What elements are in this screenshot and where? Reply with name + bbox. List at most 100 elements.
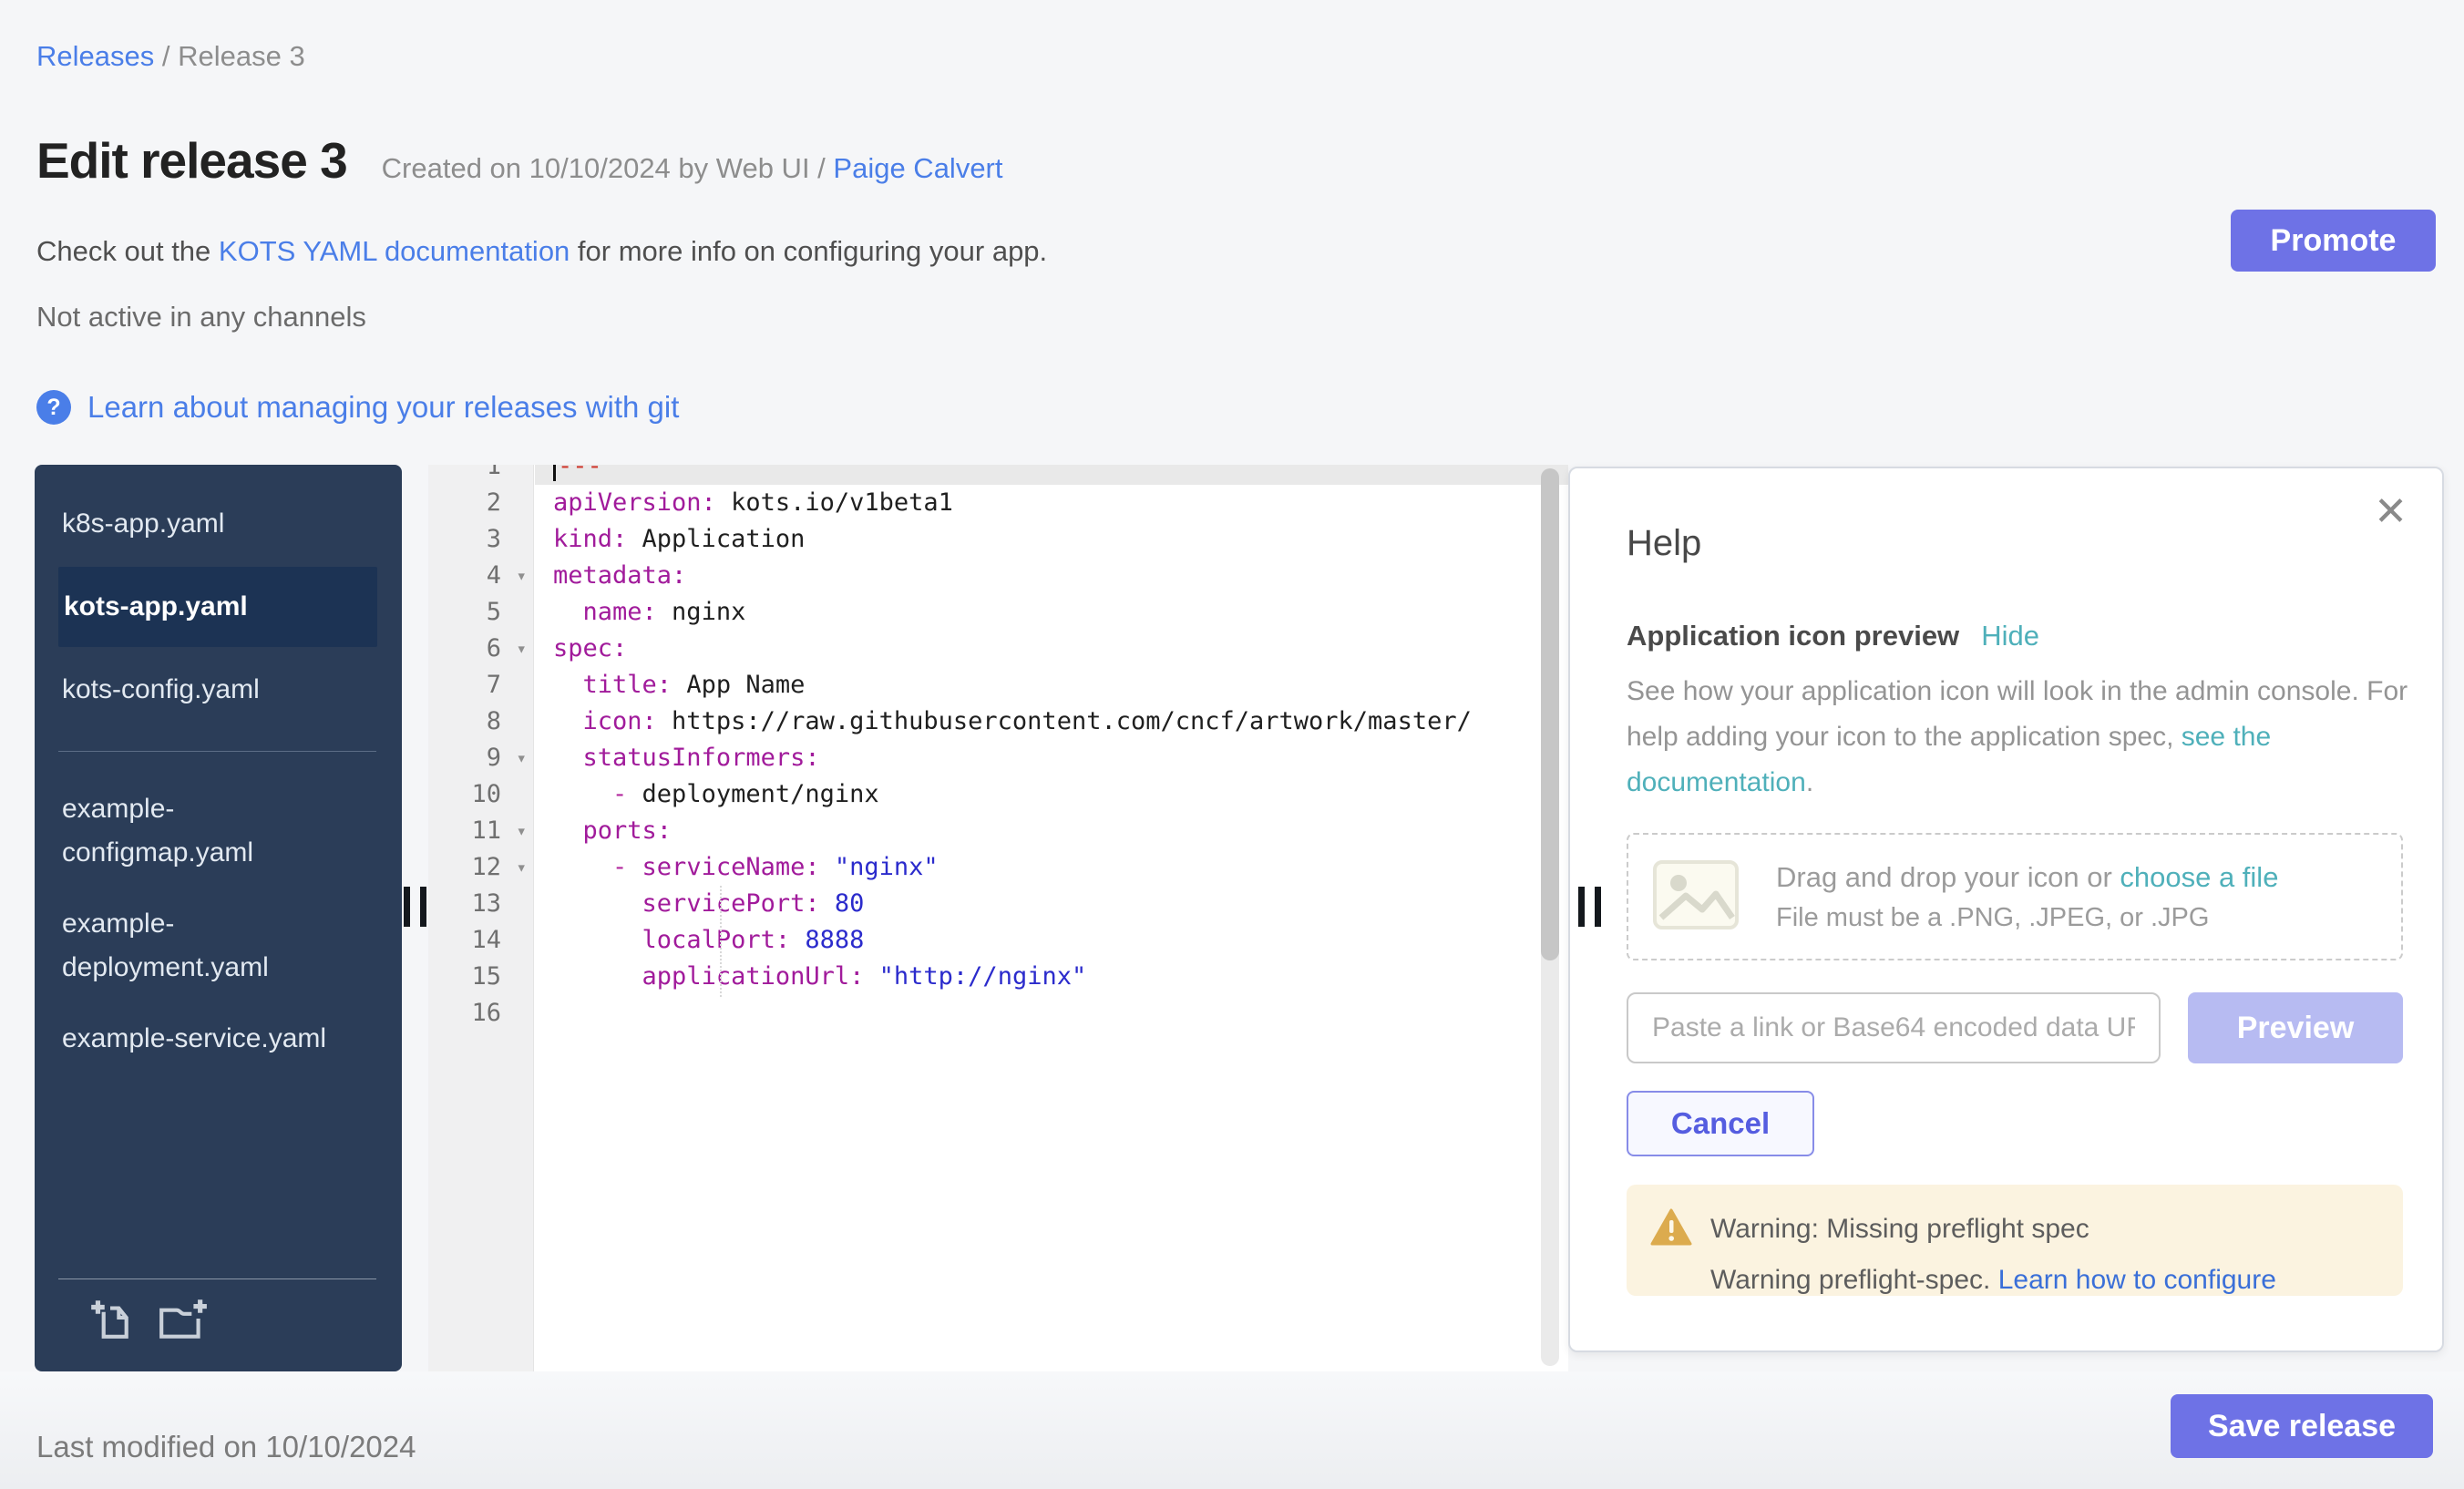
dropzone-text: Drag and drop your icon or choose a file…: [1776, 861, 2278, 933]
file-tree-divider: [58, 751, 376, 752]
code-pane[interactable]: ---apiVersion: kots.io/v1beta1kind: Appl…: [535, 465, 1568, 1371]
code-line[interactable]: - serviceName: "nginx": [535, 849, 1568, 886]
code-line[interactable]: name: nginx: [535, 594, 1568, 631]
code-line[interactable]: [535, 995, 1568, 1032]
line-number: 9▾: [428, 740, 534, 776]
code-line[interactable]: title: App Name: [535, 667, 1568, 703]
file-tree-item[interactable]: example-configmap.yaml: [35, 774, 381, 888]
help-title: Help: [1627, 523, 1701, 564]
line-number: 7: [428, 667, 534, 703]
file-tree-item[interactable]: k8s-app.yaml: [35, 488, 381, 560]
editor-scrollbar[interactable]: [1541, 468, 1559, 1366]
fold-caret-icon[interactable]: ▾: [517, 631, 527, 667]
created-text: Created on 10/10/2024 by Web UI /: [382, 152, 834, 184]
choose-file-link[interactable]: choose a file: [2120, 861, 2278, 893]
text-cursor: [553, 465, 556, 481]
promote-button[interactable]: Promote: [2231, 210, 2436, 272]
new-file-button[interactable]: [87, 1296, 133, 1344]
dropzone-line1: Drag and drop your icon or: [1776, 861, 2120, 893]
pane-resizer-left[interactable]: [404, 887, 431, 927]
breadcrumb-releases-link[interactable]: Releases: [36, 40, 154, 72]
line-number: 15: [428, 959, 534, 995]
page-title: Edit release 3: [36, 131, 347, 190]
icon-preview-section-header: Application icon preview Hide: [1627, 620, 2039, 652]
line-number: 11▾: [428, 813, 534, 849]
image-placeholder-icon: [1652, 859, 1740, 935]
line-number: 12▾: [428, 849, 534, 886]
breadcrumb: Releases / Release 3: [36, 40, 305, 73]
icon-preview-description: See how your application icon will look …: [1627, 669, 2438, 806]
new-file-icon: [87, 1330, 133, 1344]
footer-bar: Last modified on 10/10/2024 Save release: [0, 1371, 2464, 1489]
code-line[interactable]: apiVersion: kots.io/v1beta1: [535, 485, 1568, 521]
file-tree-sidebar: k8s-app.yamlkots-app.yamlkots-config.yam…: [35, 465, 402, 1371]
created-by-link[interactable]: Paige Calvert: [833, 152, 1002, 184]
file-tree-item[interactable]: example-service.yaml: [35, 1003, 381, 1074]
cancel-button[interactable]: Cancel: [1627, 1091, 1814, 1156]
editor-scrollbar-thumb[interactable]: [1541, 468, 1559, 960]
code-line[interactable]: icon: https://raw.githubusercontent.com/…: [535, 703, 1568, 740]
code-line[interactable]: applicationUrl: "http://nginx": [535, 959, 1568, 995]
fold-caret-icon[interactable]: ▾: [517, 813, 527, 849]
line-number: 2: [428, 485, 534, 521]
fold-caret-icon[interactable]: ▾: [517, 849, 527, 886]
fold-caret-icon[interactable]: ▾: [517, 558, 527, 594]
description-period: .: [1806, 767, 1813, 797]
file-tree-list: k8s-app.yamlkots-app.yamlkots-config.yam…: [35, 465, 402, 1074]
help-card: ✕ Help Application icon previewHide See …: [1568, 467, 2444, 1352]
warning-detail: Warning preflight-spec. Learn how to con…: [1710, 1265, 2276, 1296]
icon-url-input[interactable]: [1627, 992, 2161, 1063]
title-row: Edit release 3 Created on 10/10/2024 by …: [36, 131, 1003, 190]
fold-caret-icon[interactable]: ▾: [517, 740, 527, 776]
code-line[interactable]: kind: Application: [535, 521, 1568, 558]
file-tree-actions: [58, 1278, 376, 1346]
channel-status: Not active in any channels: [36, 301, 366, 334]
git-releases-link[interactable]: Learn about managing your releases with …: [87, 390, 679, 425]
save-release-button[interactable]: Save release: [2171, 1394, 2433, 1458]
kots-yaml-docs-link[interactable]: KOTS YAML documentation: [219, 235, 570, 267]
new-folder-icon: [157, 1330, 210, 1344]
code-line[interactable]: metadata:: [535, 558, 1568, 594]
warning-triangle-icon: [1650, 1208, 1692, 1251]
line-number: 1: [428, 465, 534, 485]
help-card-content: Help Application icon previewHide See ho…: [1627, 468, 2403, 1350]
edit-release-page: Releases / Release 3 Edit release 3 Crea…: [0, 0, 2464, 1489]
resizer-bar: [404, 887, 410, 927]
code-line[interactable]: spec:: [535, 631, 1568, 667]
preview-button[interactable]: Preview: [2188, 992, 2403, 1063]
created-line: Created on 10/10/2024 by Web UI / Paige …: [382, 152, 1003, 185]
file-tree-item[interactable]: example-deployment.yaml: [35, 888, 381, 1003]
yaml-code-editor[interactable]: 1234▾56▾789▾1011▾12▾13141516 ---apiVersi…: [428, 465, 1568, 1371]
hide-link[interactable]: Hide: [1981, 620, 2039, 652]
learn-how-to-configure-link[interactable]: Learn how to configure: [1998, 1265, 2276, 1295]
dropzone-line2: File must be a .PNG, .JPEG, or .JPG: [1776, 903, 2278, 933]
code-line[interactable]: ports:: [535, 813, 1568, 849]
icon-preview-title: Application icon preview: [1627, 620, 1959, 652]
line-number: 6▾: [428, 631, 534, 667]
resizer-bar: [1595, 887, 1601, 927]
line-number: 14: [428, 922, 534, 959]
line-number: 5: [428, 594, 534, 631]
code-line[interactable]: ---: [535, 465, 1568, 485]
icon-dropzone[interactable]: Drag and drop your icon or choose a file…: [1627, 833, 2403, 960]
new-folder-button[interactable]: [157, 1296, 210, 1344]
docs-line: Check out the KOTS YAML documentation fo…: [36, 235, 1047, 268]
line-number: 3: [428, 521, 534, 558]
description-text: See how your application icon will look …: [1627, 676, 2408, 752]
code-line[interactable]: - deployment/nginx: [535, 776, 1568, 813]
line-number: 16: [428, 995, 534, 1032]
breadcrumb-separator: /: [154, 40, 178, 72]
question-circle-icon: ?: [36, 390, 71, 425]
line-number: 13: [428, 886, 534, 922]
file-tree-item[interactable]: kots-app.yaml: [58, 567, 377, 647]
resizer-bar: [1578, 887, 1585, 927]
pane-resizer-right[interactable]: [1578, 887, 1606, 927]
docs-prefix: Check out the: [36, 235, 219, 267]
icon-url-row: Preview: [1627, 992, 2403, 1063]
preflight-warning-box: Warning: Missing preflight spec Warning …: [1627, 1185, 2403, 1296]
code-line[interactable]: statusInformers:: [535, 740, 1568, 776]
file-tree-item[interactable]: kots-config.yaml: [35, 654, 381, 725]
code-line[interactable]: servicePort: 80: [535, 886, 1568, 922]
warning-detail-text: Warning preflight-spec.: [1710, 1265, 1998, 1295]
code-line[interactable]: localPort: 8888: [535, 922, 1568, 959]
